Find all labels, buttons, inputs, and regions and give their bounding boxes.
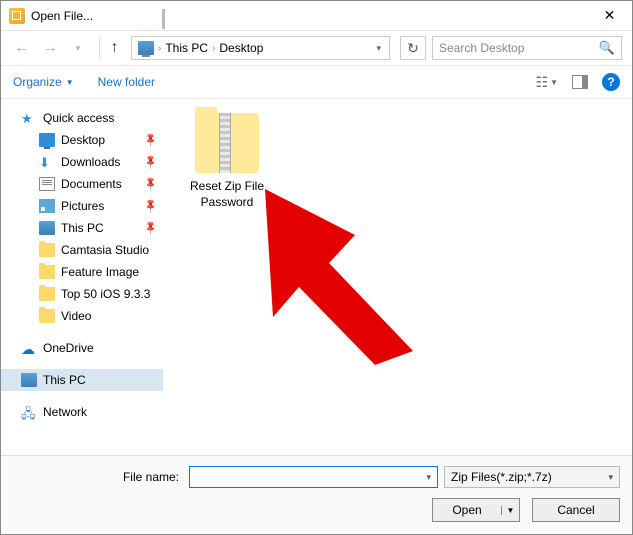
filter-label: Zip Files(*.zip;*.7z) (451, 470, 552, 484)
pin-icon: 📌 (142, 154, 159, 171)
star-icon: ★ (21, 111, 37, 125)
chevron-down-icon: ▼ (66, 78, 74, 87)
file-name: Reset Zip File Password (177, 179, 277, 210)
sidebar-documents[interactable]: Documents 📌 (1, 173, 163, 195)
address-bar[interactable]: › This PC › Desktop ▾ (131, 36, 390, 60)
chevron-down-icon[interactable]: ▾ (420, 472, 437, 483)
pin-icon: 📌 (142, 198, 159, 215)
desktop-icon (39, 133, 55, 147)
onedrive-icon: ☁ (21, 341, 37, 355)
close-button[interactable]: ✕ (587, 1, 632, 31)
filename-label: File name: (13, 470, 183, 484)
command-bar: Organize ▼ New folder ☷ ▼ ? (1, 65, 632, 99)
sidebar-desktop[interactable]: Desktop 📌 (1, 129, 163, 151)
folder-icon (39, 287, 55, 301)
sidebar-item-label: Top 50 iOS 9.3.3 (61, 287, 150, 301)
recent-dropdown[interactable]: ▾ (67, 37, 89, 59)
open-label: Open (433, 503, 501, 517)
app-icon (9, 8, 25, 24)
sidebar-network[interactable]: 🖧 Network (1, 401, 163, 423)
chevron-down-icon: ▼ (550, 78, 558, 87)
cancel-button[interactable]: Cancel (532, 498, 620, 522)
sidebar-camtasia[interactable]: Camtasia Studio (1, 239, 163, 261)
organize-menu[interactable]: Organize ▼ (13, 75, 74, 89)
sidebar-item-label: This PC (43, 373, 86, 387)
sidebar-item-label: Downloads (61, 155, 120, 169)
forward-button[interactable]: → (39, 37, 61, 59)
pane-resizer[interactable] (162, 9, 165, 29)
view-icon: ☷ (536, 74, 549, 91)
new-folder-button[interactable]: New folder (98, 75, 155, 89)
file-item-zip[interactable]: Reset Zip File Password (177, 113, 277, 210)
search-placeholder: Search Desktop (439, 41, 524, 55)
sidebar-onedrive[interactable]: ☁ OneDrive (1, 337, 163, 359)
folder-icon (39, 243, 55, 257)
view-mode-button[interactable]: ☷ ▼ (536, 74, 558, 91)
open-button[interactable]: Open ▼ (432, 498, 520, 522)
sidebar-item-label: Documents (61, 177, 122, 191)
zip-file-icon (195, 113, 259, 173)
sidebar-downloads[interactable]: ⬇ Downloads 📌 (1, 151, 163, 173)
sidebar-item-label: Network (43, 405, 87, 419)
filename-input[interactable] (190, 468, 420, 486)
bottom-panel: File name: ▾ Zip Files(*.zip;*.7z) ▾ Ope… (1, 455, 632, 534)
sidebar-feature-image[interactable]: Feature Image (1, 261, 163, 283)
address-dropdown[interactable]: ▾ (370, 43, 387, 54)
pin-icon: 📌 (142, 220, 159, 237)
help-button[interactable]: ? (602, 73, 620, 91)
sidebar-this-pc[interactable]: This PC (1, 369, 163, 391)
body: ★ Quick access Desktop 📌 ⬇ Downloads 📌 D… (1, 99, 632, 445)
pin-icon: 📌 (142, 176, 159, 193)
sidebar-quick-access[interactable]: ★ Quick access (1, 107, 163, 129)
pin-icon: 📌 (142, 132, 159, 149)
download-icon: ⬇ (39, 155, 55, 169)
pictures-icon (39, 199, 55, 213)
window-title: Open File... (31, 9, 587, 23)
folder-icon (39, 265, 55, 279)
breadcrumb-this-pc[interactable]: This PC (161, 41, 212, 55)
sidebar-item-label: This PC (61, 221, 104, 235)
nav-bar: ← → ▾ ↑ › This PC › Desktop ▾ ↻ Search D… (1, 31, 632, 65)
sidebar-item-label: Feature Image (61, 265, 139, 279)
sidebar-top50[interactable]: Top 50 iOS 9.3.3 (1, 283, 163, 305)
navigation-pane: ★ Quick access Desktop 📌 ⬇ Downloads 📌 D… (1, 99, 163, 445)
pc-icon (39, 221, 55, 235)
refresh-button[interactable]: ↻ (400, 36, 426, 60)
search-input[interactable]: Search Desktop 🔍 (432, 36, 622, 60)
chevron-down-icon: ▾ (602, 472, 619, 483)
sidebar-video[interactable]: Video (1, 305, 163, 327)
pc-icon (138, 41, 154, 55)
preview-pane-button[interactable] (572, 75, 588, 89)
document-icon (39, 177, 55, 191)
sidebar-item-label: Camtasia Studio (61, 243, 149, 257)
folder-icon (39, 309, 55, 323)
sidebar-item-label: Desktop (61, 133, 105, 147)
filename-combo[interactable]: ▾ (189, 466, 438, 488)
open-dropdown[interactable]: ▼ (501, 506, 519, 515)
search-icon: 🔍 (599, 40, 615, 56)
network-icon: 🖧 (21, 405, 37, 419)
sidebar-item-label: Quick access (43, 111, 114, 125)
back-button[interactable]: ← (11, 37, 33, 59)
organize-label: Organize (13, 75, 62, 89)
up-button[interactable]: ↑ (99, 37, 121, 59)
pc-icon (21, 373, 37, 387)
file-list[interactable]: Reset Zip File Password (163, 99, 632, 445)
sidebar-item-label: Video (61, 309, 91, 323)
title-bar: Open File... ✕ (1, 1, 632, 31)
breadcrumb-desktop[interactable]: Desktop (215, 41, 267, 55)
sidebar-pictures[interactable]: Pictures 📌 (1, 195, 163, 217)
filetype-filter[interactable]: Zip Files(*.zip;*.7z) ▾ (444, 466, 620, 488)
sidebar-item-label: OneDrive (43, 341, 94, 355)
sidebar-this-pc-pinned[interactable]: This PC 📌 (1, 217, 163, 239)
sidebar-item-label: Pictures (61, 199, 104, 213)
